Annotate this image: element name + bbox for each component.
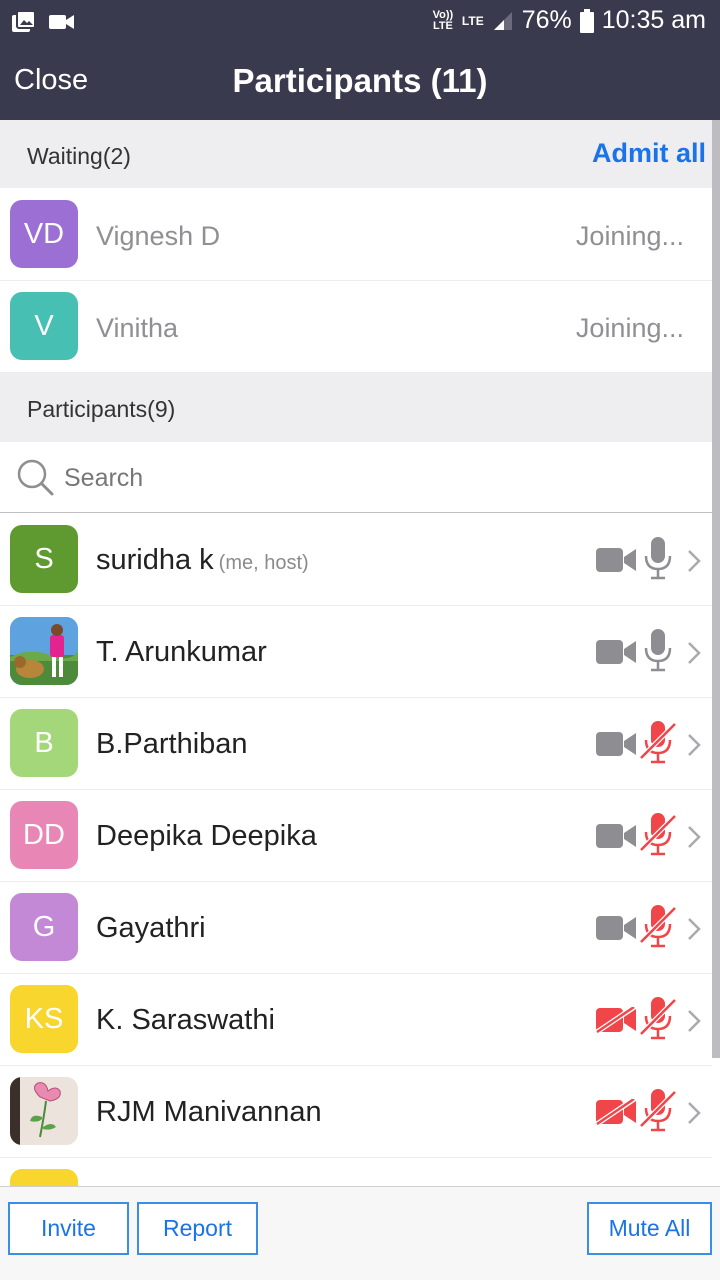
footer-toolbar: Invite Report Mute All: [0, 1186, 720, 1280]
participant-row[interactable]: RJM Manivannan: [0, 1066, 712, 1158]
lte-indicator: LTE: [461, 13, 484, 28]
video-on-icon: [596, 640, 636, 664]
mute-all-button[interactable]: Mute All: [587, 1202, 712, 1255]
scrollbar[interactable]: [712, 120, 720, 1058]
participant-row-partial[interactable]: [0, 1158, 712, 1188]
participant-name: Gayathri: [96, 912, 206, 944]
waiting-label: Waiting(2): [27, 143, 131, 169]
volte-indicator: Vo)) LTE: [432, 8, 454, 32]
waiting-name: Vinitha: [96, 313, 179, 343]
avatar: V: [10, 292, 78, 360]
search-input[interactable]: [64, 458, 664, 498]
participant-name: Deepika Deepika: [96, 820, 317, 852]
participant-name-text: suridha k: [96, 544, 214, 576]
status-bar-right: Vo)) LTE LTE 76% 10:35 am: [432, 6, 706, 35]
chevron-right-icon[interactable]: [686, 1100, 702, 1126]
participants-label: Participants(9): [27, 396, 176, 422]
avatar-photo-image: [10, 1077, 78, 1145]
avatar: VD: [10, 200, 78, 268]
video-off-icon: [596, 1007, 636, 1033]
waiting-row[interactable]: VD Vignesh D Joining...: [0, 189, 712, 281]
clock: 10:35 am: [601, 6, 706, 34]
participant-name: suridha k (me, host): [96, 544, 309, 577]
participant-row[interactable]: B B.Parthiban: [0, 698, 712, 790]
mic-muted-icon: [640, 721, 676, 764]
admit-all-button[interactable]: Admit all: [592, 138, 706, 169]
chevron-right-icon[interactable]: [686, 916, 702, 942]
avatar: B: [10, 709, 78, 777]
avatar: G: [10, 893, 78, 961]
participant-role-tag: (me, host): [218, 552, 309, 574]
waiting-section-header: Waiting(2) Admit all: [0, 120, 712, 188]
participant-row[interactable]: T. Arunkumar: [0, 606, 712, 698]
avatar-photo: [10, 1077, 78, 1145]
chevron-right-icon[interactable]: [686, 640, 702, 666]
avatar-photo-image: [10, 617, 78, 685]
chevron-right-icon[interactable]: [686, 548, 702, 574]
video-notification-icon: [49, 15, 74, 29]
page-title: Participants (11): [232, 62, 488, 99]
waiting-row[interactable]: V Vinitha Joining...: [0, 281, 712, 373]
report-button[interactable]: Report: [137, 1202, 258, 1255]
mic-muted-icon: [640, 997, 676, 1040]
video-on-icon: [596, 824, 636, 848]
mic-muted-icon: [640, 905, 676, 948]
chevron-right-icon[interactable]: [686, 1008, 702, 1034]
participant-name: T. Arunkumar: [96, 636, 267, 668]
search-icon: [17, 459, 54, 496]
chevron-right-icon[interactable]: [686, 732, 702, 758]
gallery-notification-icon: [12, 10, 36, 32]
mic-on-icon: [644, 629, 672, 672]
waiting-name: Vignesh D: [96, 221, 221, 251]
participant-row[interactable]: KS K. Saraswathi: [0, 974, 712, 1066]
video-on-icon: [596, 732, 636, 756]
participant-row[interactable]: S suridha k (me, host): [0, 514, 712, 606]
joining-status: Joining...: [575, 313, 684, 343]
video-on-icon: [596, 548, 636, 572]
participant-row[interactable]: DD Deepika Deepika: [0, 790, 712, 882]
invite-button[interactable]: Invite: [8, 1202, 129, 1255]
battery-percent: 76%: [521, 6, 572, 34]
battery-icon: [579, 8, 594, 33]
avatar: KS: [10, 985, 78, 1053]
participant-name: K. Saraswathi: [96, 1004, 275, 1036]
video-off-icon: [596, 1099, 636, 1125]
participant-row[interactable]: G Gayathri: [0, 882, 712, 974]
participant-name: RJM Manivannan: [96, 1096, 322, 1128]
header-bar: Close Participants (11): [0, 46, 720, 120]
status-bar: Vo)) LTE LTE 76% 10:35 am: [0, 0, 720, 46]
joining-status: Joining...: [575, 221, 684, 251]
search-bar: [0, 442, 712, 513]
participants-section-header: Participants(9): [0, 373, 712, 442]
mic-muted-icon: [640, 813, 676, 856]
mic-on-icon: [644, 537, 672, 580]
status-bar-left: [10, 10, 76, 34]
participant-name: B.Parthiban: [96, 728, 248, 760]
avatar-photo: [10, 617, 78, 685]
avatar: S: [10, 525, 78, 593]
signal-icon: [493, 11, 512, 30]
mic-muted-icon: [640, 1089, 676, 1132]
chevron-right-icon[interactable]: [686, 824, 702, 850]
avatar: DD: [10, 801, 78, 869]
video-on-icon: [596, 916, 636, 940]
